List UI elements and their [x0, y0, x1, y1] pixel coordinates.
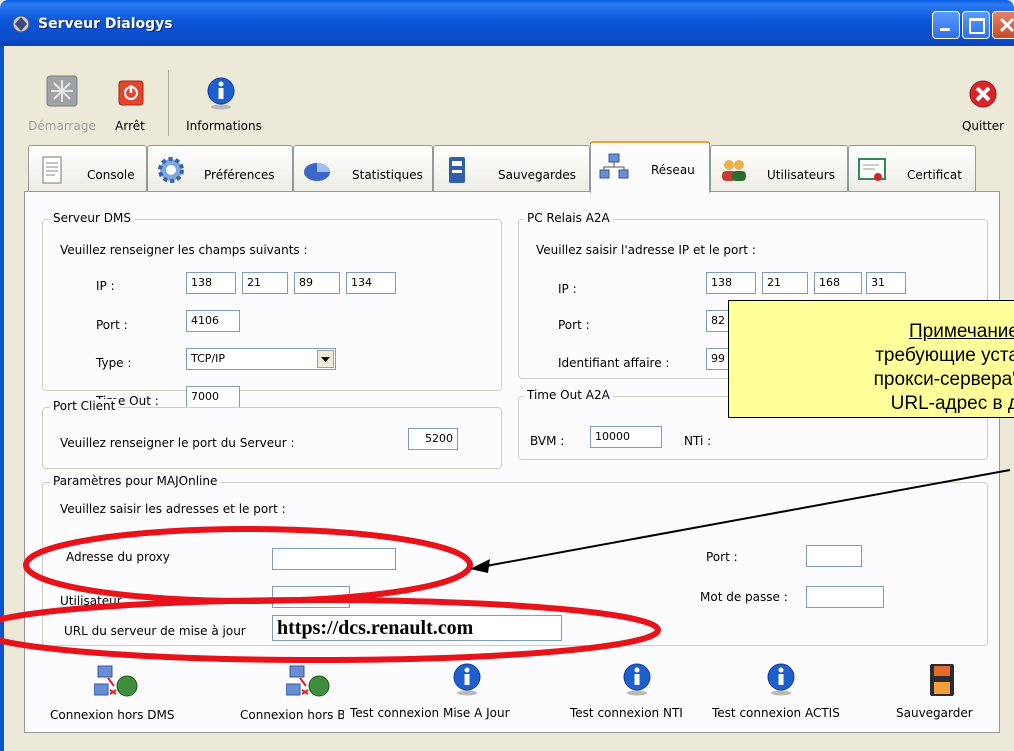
callout-line: требующие уста: [875, 345, 1014, 366]
tab-label: Réseau: [651, 163, 695, 177]
tab-reseau[interactable]: Réseau: [590, 141, 710, 193]
network-icon: [599, 153, 629, 179]
test-connexion-actis-button[interactable]: Test connexion ACTIS: [712, 706, 840, 720]
callout-line: Примечание: [909, 321, 1014, 342]
callout-arrow-head: [470, 559, 490, 573]
highlight-ellipse-proxy: [23, 526, 473, 604]
callout-arrow-line: [485, 469, 1011, 567]
callout-line: URL-адрес в д: [890, 393, 1014, 414]
connexion-hors-dms-button[interactable]: Connexion hors DMS: [50, 708, 174, 722]
info-icon: [452, 662, 482, 696]
connexion-hors-bvm-button[interactable]: Connexion hors BVM: [240, 708, 344, 722]
callout-note: Примечание требующие уста прокси-сервера…: [728, 300, 1014, 418]
callout-line: прокси-сервера": [873, 369, 1014, 390]
save-button[interactable]: Sauvegarder: [896, 706, 973, 720]
connection-dms-icon: [93, 664, 140, 700]
test-connexion-nti-button[interactable]: Test connexion NTI: [570, 706, 683, 720]
info-icon: [622, 662, 652, 696]
highlight-ellipse-url: [0, 597, 661, 663]
connection-bvm-icon: [285, 664, 332, 700]
info-icon: [766, 662, 796, 696]
test-connexion-maj-button[interactable]: Test connexion Mise A Jour: [350, 706, 510, 720]
floppy-disk-icon: [928, 662, 958, 698]
